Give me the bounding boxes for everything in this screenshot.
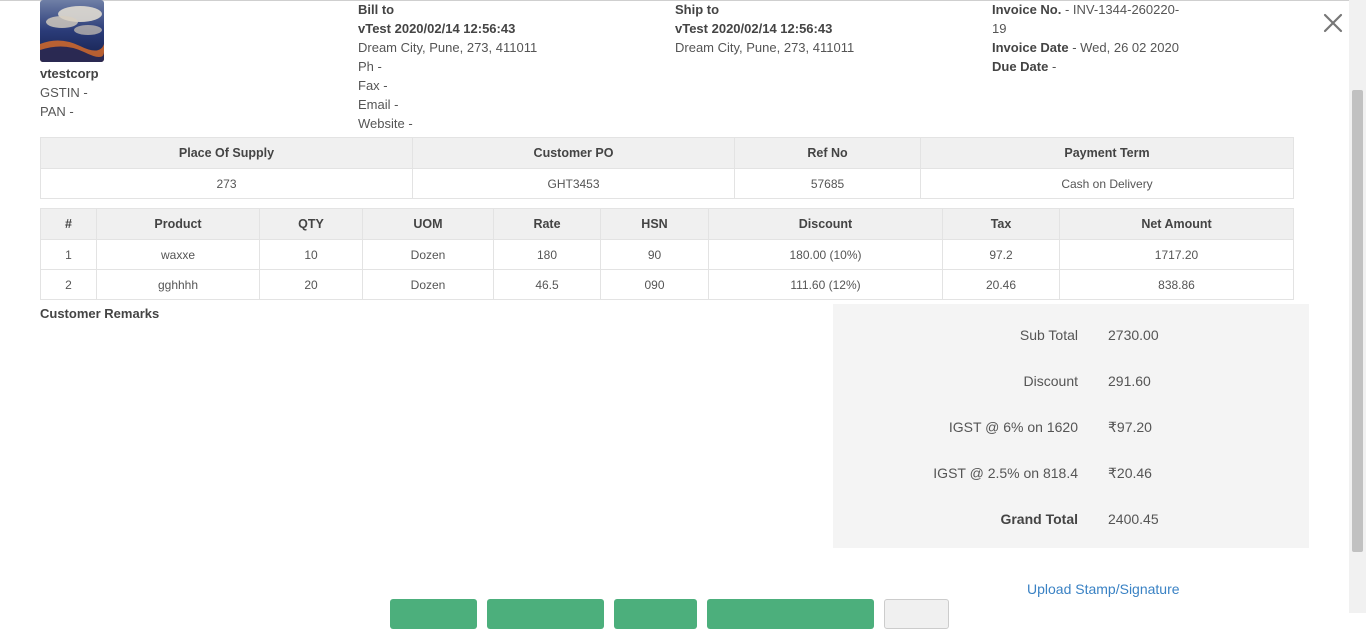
cell-discount: 111.60 (12%) — [708, 269, 943, 300]
cell-number: 2 — [40, 269, 97, 300]
grand-total-value: 2400.45 — [1108, 511, 1159, 527]
due-date: Due Date - — [992, 59, 1057, 74]
cell-rate: 46.5 — [493, 269, 601, 300]
close-button[interactable] — [1320, 10, 1346, 36]
cell-qty: 20 — [259, 269, 363, 300]
print-button[interactable] — [614, 599, 697, 629]
ref-no-value: 57685 — [734, 168, 921, 199]
close-icon — [1320, 13, 1346, 39]
invoice-number-cont: 19 — [992, 21, 1007, 36]
discount-value: 291.60 — [1108, 373, 1151, 389]
igst-6-label: IGST @ 6% on 1620 — [948, 419, 1078, 435]
ship-to-address: Dream City, Pune, 273, 411011 — [675, 40, 855, 55]
bill-to-heading: Bill to — [358, 2, 395, 17]
cell-rate: 180 — [493, 239, 601, 270]
col-payment-term: Payment Term — [920, 137, 1294, 169]
bill-to-website: Website - — [358, 116, 413, 131]
igst-2-5-label: IGST @ 2.5% on 818.4 — [933, 465, 1078, 481]
company-gstin: GSTIN - — [40, 85, 88, 100]
col-uom: UOM — [362, 208, 494, 240]
cell-uom: Dozen — [362, 269, 494, 300]
close-footer-button[interactable] — [884, 599, 949, 629]
igst-2-5-row: IGST @ 2.5% on 818.4 ₹20.46 — [833, 465, 1309, 485]
customer-remarks-label: Customer Remarks — [40, 306, 160, 321]
col-number: # — [40, 208, 97, 240]
cell-tax: 97.2 — [942, 239, 1060, 270]
ship-to-heading: Ship to — [675, 2, 720, 17]
bill-to-phone: Ph - — [358, 59, 382, 74]
table-row: 1 waxxe 10 Dozen 180 90 180.00 (10%) 97.… — [40, 239, 1294, 270]
cell-hsn: 90 — [600, 239, 709, 270]
col-rate: Rate — [493, 208, 601, 240]
cell-uom: Dozen — [362, 239, 494, 270]
cell-net-amount: 838.86 — [1059, 269, 1294, 300]
customer-po-value: GHT3453 — [412, 168, 735, 199]
bill-to-name: vTest 2020/02/14 12:56:43 — [358, 21, 516, 36]
cell-hsn: 090 — [600, 269, 709, 300]
scrollbar-track[interactable] — [1349, 0, 1366, 613]
ship-to-name: vTest 2020/02/14 12:56:43 — [675, 21, 833, 36]
bill-to-email: Email - — [358, 97, 399, 112]
cell-qty: 10 — [259, 239, 363, 270]
supply-table: Place Of Supply Customer PO Ref No Payme… — [40, 137, 1294, 199]
cell-net-amount: 1717.20 — [1059, 239, 1294, 270]
cell-discount: 180.00 (10%) — [708, 239, 943, 270]
discount-label: Discount — [1023, 373, 1078, 389]
cell-product: gghhhh — [96, 269, 260, 300]
col-qty: QTY — [259, 208, 363, 240]
upload-stamp-signature-link[interactable]: Upload Stamp/Signature — [1027, 581, 1180, 597]
convert-button[interactable] — [707, 599, 874, 629]
col-customer-po: Customer PO — [412, 137, 735, 169]
payment-term-value: Cash on Delivery — [920, 168, 1294, 199]
totals-panel: Sub Total 2730.00 Discount 291.60 IGST @… — [833, 304, 1309, 548]
bill-to-fax: Fax - — [358, 78, 388, 93]
subtotal-label: Sub Total — [1019, 327, 1078, 343]
col-ref-no: Ref No — [734, 137, 921, 169]
col-tax: Tax — [942, 208, 1060, 240]
scrollbar-thumb[interactable] — [1352, 90, 1363, 552]
table-row: 273 GHT3453 57685 Cash on Delivery — [40, 168, 1294, 199]
igst-6-row: IGST @ 6% on 1620 ₹97.20 — [833, 419, 1309, 439]
place-of-supply-value: 273 — [40, 168, 413, 199]
company-name: vtestcorp — [40, 66, 99, 81]
col-product: Product — [96, 208, 260, 240]
download-button[interactable] — [487, 599, 604, 629]
igst-6-value: ₹97.20 — [1108, 419, 1152, 435]
grand-total-label: Grand Total — [1000, 511, 1078, 527]
grand-total-row: Grand Total 2400.45 — [833, 511, 1309, 531]
items-table-header: # Product QTY UOM Rate HSN Discount Tax … — [40, 208, 1294, 240]
subtotal-row: Sub Total 2730.00 — [833, 327, 1309, 347]
invoice-number: Invoice No. - INV-1344-260220- — [992, 2, 1180, 17]
igst-2-5-value: ₹20.46 — [1108, 465, 1152, 481]
subtotal-value: 2730.00 — [1108, 327, 1159, 343]
col-hsn: HSN — [600, 208, 709, 240]
items-table: # Product QTY UOM Rate HSN Discount Tax … — [40, 208, 1294, 300]
cell-tax: 20.46 — [942, 269, 1060, 300]
discount-row: Discount 291.60 — [833, 373, 1309, 393]
cell-number: 1 — [40, 239, 97, 270]
bill-to-address: Dream City, Pune, 273, 411011 — [358, 40, 538, 55]
cell-product: waxxe — [96, 239, 260, 270]
company-logo — [40, 0, 104, 62]
company-pan: PAN - — [40, 104, 74, 119]
col-place-of-supply: Place Of Supply — [40, 137, 413, 169]
col-net-amount: Net Amount — [1059, 208, 1294, 240]
invoice-date: Invoice Date - Wed, 26 02 2020 — [992, 40, 1179, 55]
col-discount: Discount — [708, 208, 943, 240]
email-button[interactable] — [390, 599, 477, 629]
supply-table-header: Place Of Supply Customer PO Ref No Payme… — [40, 137, 1294, 169]
table-row: 2 gghhhh 20 Dozen 46.5 090 111.60 (12%) … — [40, 269, 1294, 300]
